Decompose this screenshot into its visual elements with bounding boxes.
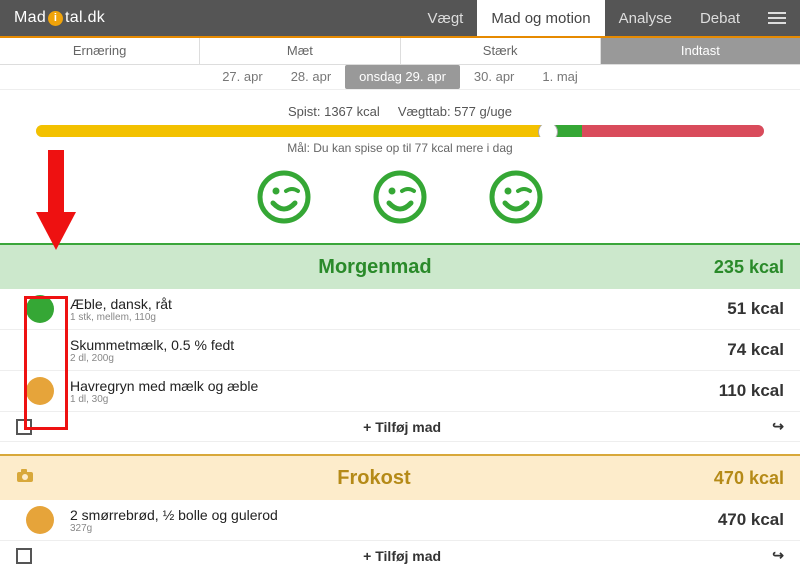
date-28[interactable]: 28. apr: [277, 65, 345, 89]
nav-vaegt[interactable]: Vægt: [414, 0, 478, 36]
food-name: Havregryn med mælk og æble: [70, 378, 719, 394]
food-kcal: 110 kcal: [719, 381, 784, 401]
smiley-icon: [488, 169, 544, 225]
food-amount: 327g: [70, 523, 718, 534]
food-amount: 1 dl, 30g: [70, 394, 719, 405]
brand-pre: Mad: [14, 9, 46, 27]
tab-maet[interactable]: Mæt: [200, 38, 400, 64]
meal-kcal: 235 kcal: [714, 257, 784, 278]
food-kcal: 74 kcal: [727, 340, 784, 360]
food-amount: 1 stk, mellem, 110g: [70, 312, 727, 323]
smiley-row: [0, 169, 800, 225]
tab-staerk[interactable]: Stærk: [401, 38, 601, 64]
add-food-row: + Tilføj mad ↪: [0, 541, 800, 570]
camera-icon[interactable]: [16, 469, 34, 488]
food-row[interactable]: Skummetmælk, 0.5 % fedt 2 dl, 200g 74 kc…: [0, 330, 800, 371]
food-kcal: 470 kcal: [718, 510, 784, 530]
share-icon[interactable]: ↪: [772, 418, 784, 435]
food-dot-orange-icon: [26, 506, 54, 534]
smiley-icon: [372, 169, 428, 225]
date-27[interactable]: 27. apr: [208, 65, 276, 89]
checkbox-icon[interactable]: [16, 548, 32, 564]
calorie-handle[interactable]: [538, 125, 558, 137]
date-30[interactable]: 30. apr: [460, 65, 528, 89]
food-row[interactable]: Havregryn med mælk og æble 1 dl, 30g 110…: [0, 371, 800, 412]
food-dot-empty-icon: [26, 336, 54, 364]
food-name: Skummetmælk, 0.5 % fedt: [70, 337, 727, 353]
brand-logo[interactable]: Madital.dk: [0, 9, 119, 27]
food-row[interactable]: Æble, dansk, råt 1 stk, mellem, 110g 51 …: [0, 289, 800, 330]
checkbox-icon[interactable]: [16, 419, 32, 435]
food-name: Æble, dansk, råt: [70, 296, 727, 312]
share-icon[interactable]: ↪: [772, 547, 784, 564]
date-29-selected[interactable]: onsdag 29. apr: [345, 65, 460, 89]
food-name: 2 smørrebrød, ½ bolle og gulerod: [70, 507, 718, 523]
food-dot-orange-icon: [26, 377, 54, 405]
logo-circle-icon: i: [48, 11, 63, 26]
food-amount: 2 dl, 200g: [70, 353, 727, 364]
food-row[interactable]: 2 smørrebrød, ½ bolle og gulerod 327g 47…: [0, 500, 800, 541]
smiley-icon: [256, 169, 312, 225]
add-food-button[interactable]: + Tilføj mad: [32, 548, 772, 564]
top-nav: Madital.dk Vægt Mad og motion Analyse De…: [0, 0, 800, 36]
food-dot-green-icon: [26, 295, 54, 323]
date-selector: 27. apr 28. apr onsdag 29. apr 30. apr 1…: [0, 65, 800, 90]
menu-icon[interactable]: [754, 12, 800, 24]
food-kcal: 51 kcal: [727, 299, 784, 319]
summary-line: Spist: 1367 kcal Vægttab: 577 g/uge: [0, 104, 800, 119]
meal-name: Morgenmad: [36, 256, 714, 279]
meal-kcal: 470 kcal: [714, 468, 784, 489]
nav-mad-og-motion[interactable]: Mad og motion: [477, 0, 604, 36]
sub-tabs: Ernæring Mæt Stærk Indtast: [0, 38, 800, 65]
meal-header-morgenmad[interactable]: Morgenmad 235 kcal: [0, 243, 800, 289]
meal-header-frokost[interactable]: Frokost 470 kcal: [0, 454, 800, 500]
summary-spist: Spist: 1367 kcal: [288, 104, 380, 119]
brand-post: tal.dk: [65, 9, 105, 27]
meal-name: Frokost: [34, 467, 714, 490]
add-food-row: + Tilføj mad ↪: [0, 412, 800, 442]
summary-vaegttab: Vægttab: 577 g/uge: [398, 104, 512, 119]
tab-ernaering[interactable]: Ernæring: [0, 38, 200, 64]
add-food-button[interactable]: + Tilføj mad: [32, 419, 772, 435]
calorie-bar[interactable]: [36, 125, 764, 137]
goal-text: Mål: Du kan spise op til 77 kcal mere i …: [0, 141, 800, 155]
nav-debat[interactable]: Debat: [686, 0, 754, 36]
nav-analyse[interactable]: Analyse: [605, 0, 686, 36]
date-1-may[interactable]: 1. maj: [528, 65, 591, 89]
tab-indtast[interactable]: Indtast: [601, 38, 800, 64]
